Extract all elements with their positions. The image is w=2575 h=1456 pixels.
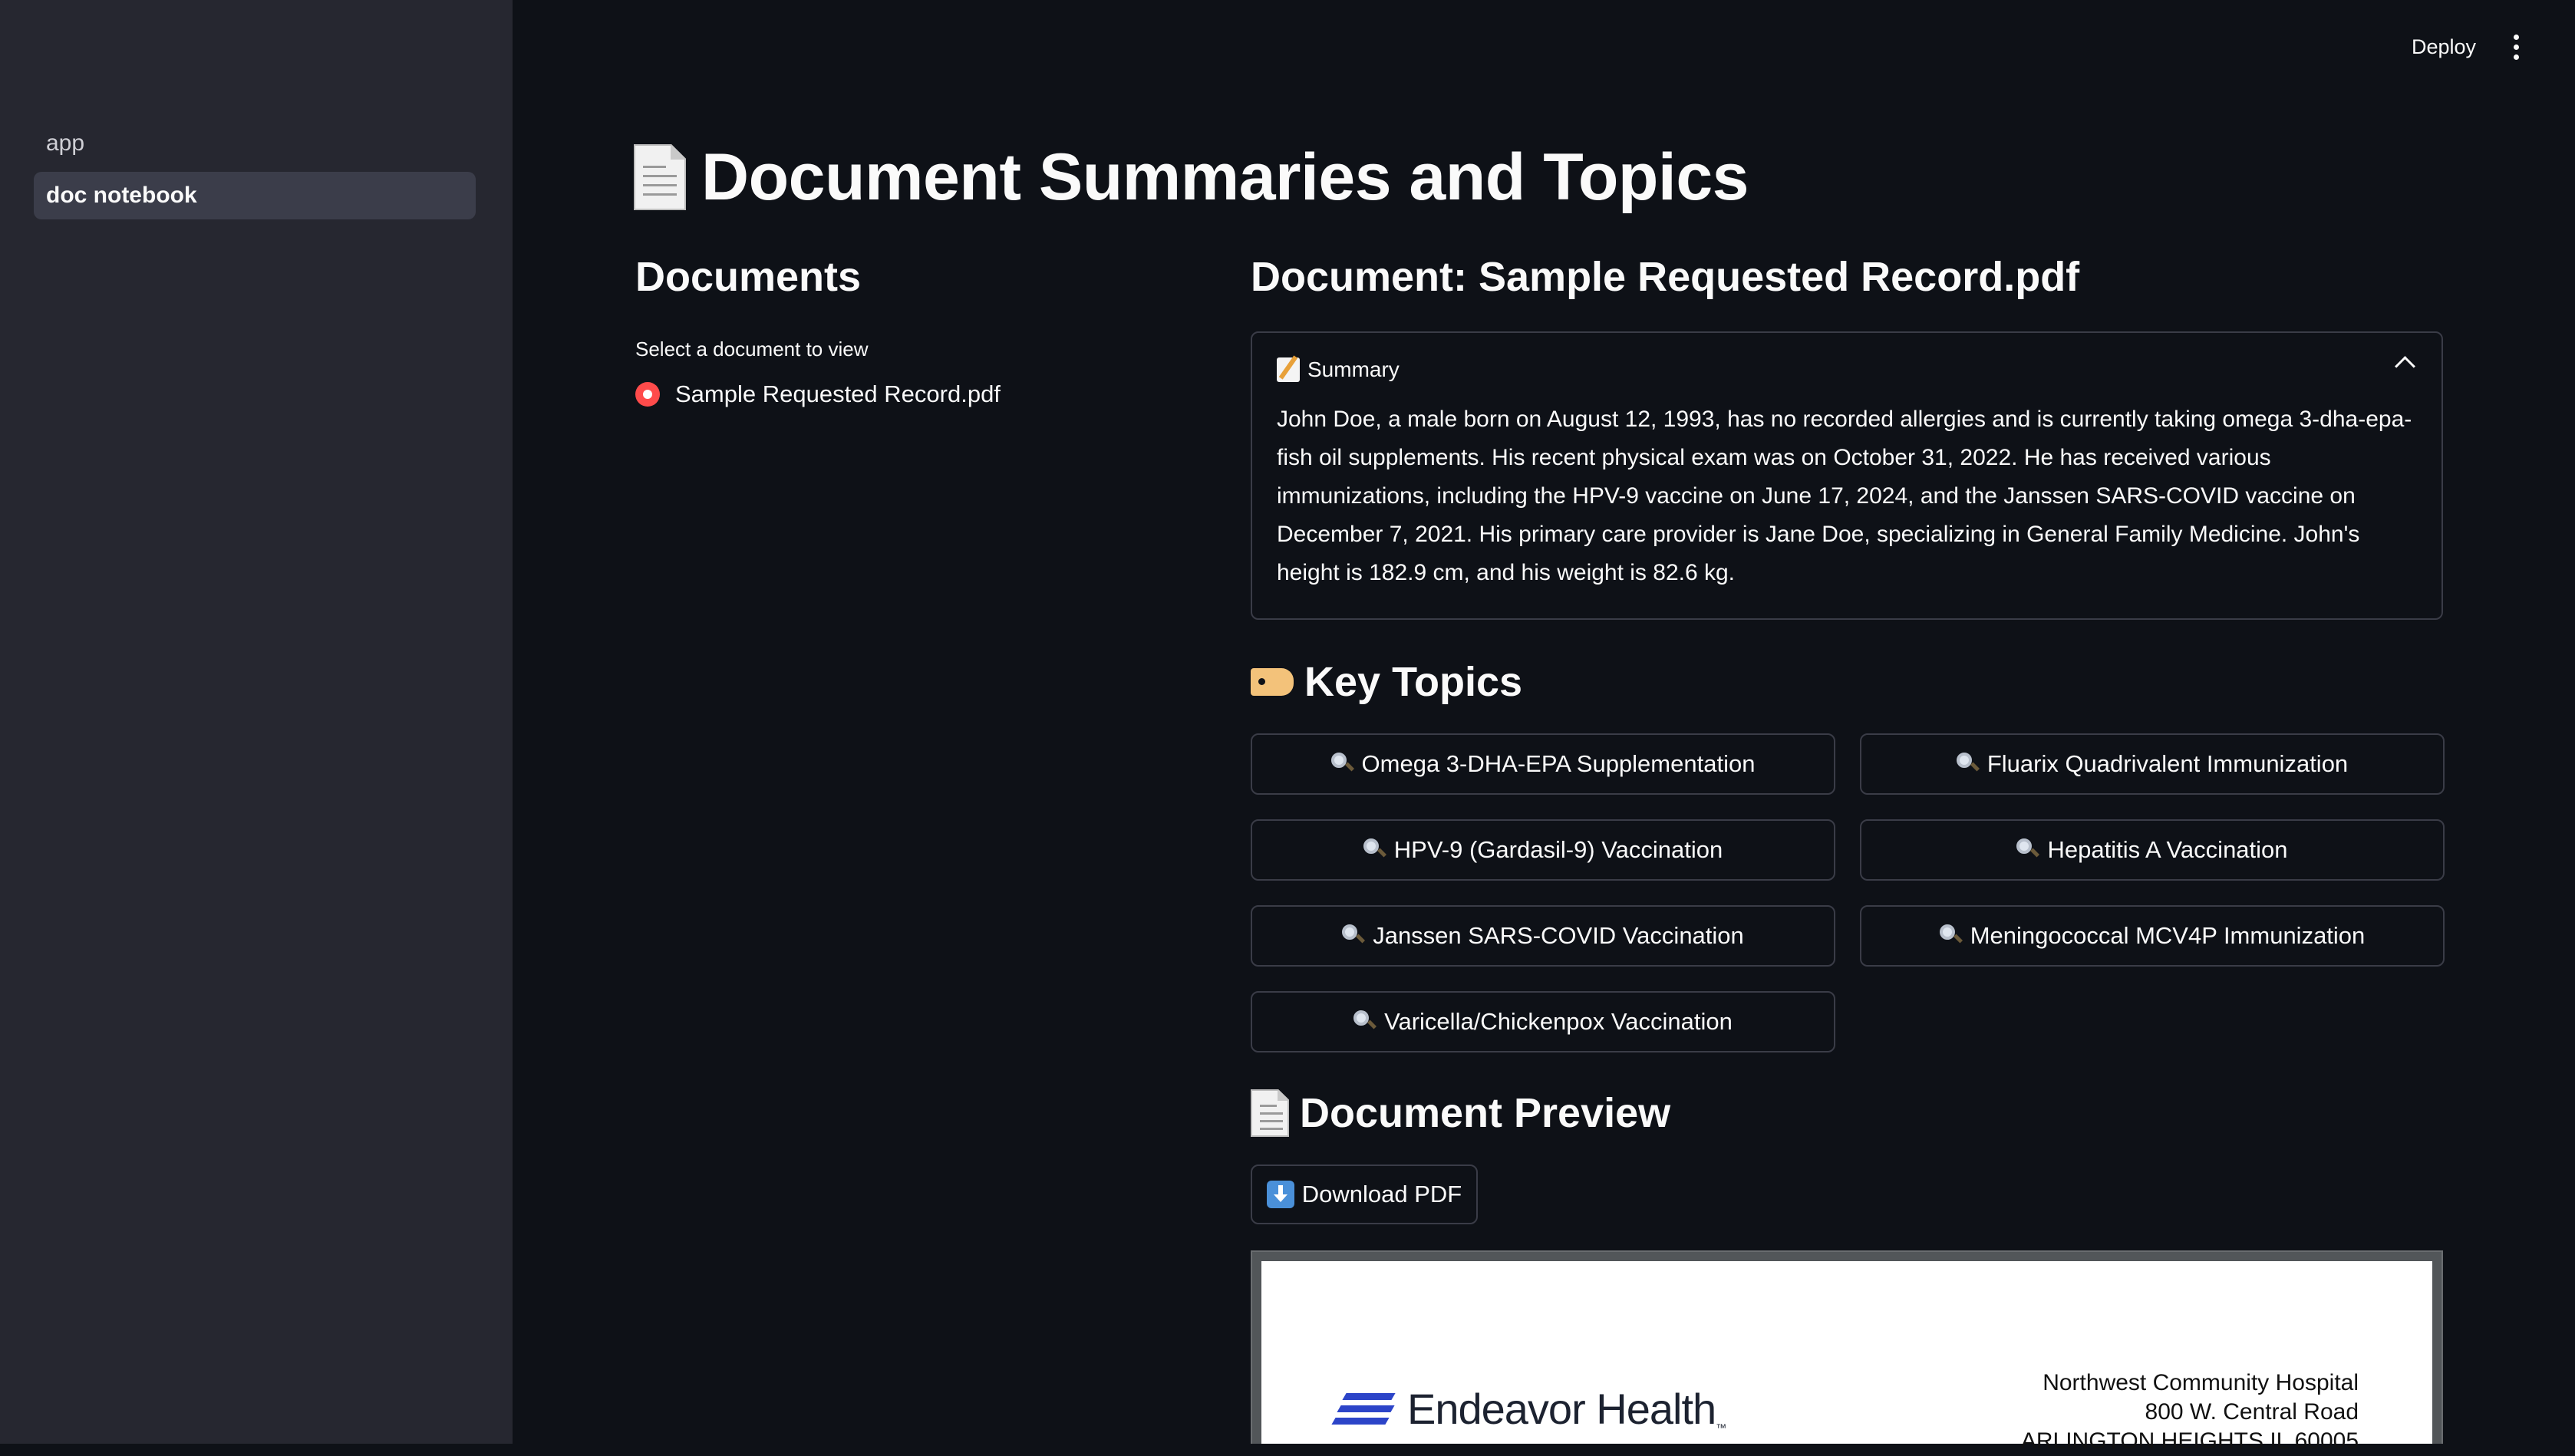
key-topics-heading-text: Key Topics xyxy=(1304,659,1523,705)
magnifying-glass-icon xyxy=(1363,838,1386,861)
magnifying-glass-icon xyxy=(1939,924,1963,947)
down-arrow-icon xyxy=(1266,1181,1294,1208)
topic-label: Janssen SARS-COVID Vaccination xyxy=(1373,922,1744,949)
summary-expander-header[interactable]: Summary xyxy=(1277,354,1400,385)
endeavor-logo-text: Endeavor Health™ xyxy=(1407,1385,1726,1434)
page-title-text: Document Summaries and Topics xyxy=(701,140,1749,214)
address-line: ARLINGTON HEIGHTS IL 60005 xyxy=(2020,1428,2359,1454)
topic-button[interactable]: Fluarix Quadrivalent Immunization xyxy=(1860,733,2445,795)
hospital-address: Northwest Community Hospital 800 W. Cent… xyxy=(2021,1369,2359,1456)
summary-expander: Summary John Doe, a male born on August … xyxy=(1251,331,2443,620)
select-document-label: Select a document to view xyxy=(635,338,869,361)
key-topics-heading: Key Topics xyxy=(1251,658,1522,706)
pdf-preview-frame[interactable]: Endeavor Health™ Northwest Community Hos… xyxy=(1251,1250,2443,1454)
document-option-label: Sample Requested Record.pdf xyxy=(675,380,1001,407)
document-heading: Document: Sample Requested Record.pdf xyxy=(1251,254,2080,300)
address-line: 800 W. Central Road xyxy=(2145,1399,2359,1425)
topic-label: Meningococcal MCV4P Immunization xyxy=(1970,922,2366,949)
download-pdf-button[interactable]: Download PDF xyxy=(1251,1164,1478,1224)
sidebar-item-app[interactable]: app xyxy=(34,120,476,167)
page-facing-up-icon xyxy=(634,144,686,210)
topic-button[interactable]: Hepatitis A Vaccination xyxy=(1860,819,2445,881)
topic-label: Varicella/Chickenpox Vaccination xyxy=(1384,1008,1733,1035)
chevron-up-icon[interactable] xyxy=(2395,356,2415,377)
sidebar: app doc notebook xyxy=(0,0,513,1444)
magnifying-glass-icon xyxy=(1342,924,1365,947)
magnifying-glass-icon xyxy=(1956,753,1980,776)
topic-button[interactable]: Meningococcal MCV4P Immunization xyxy=(1860,905,2445,967)
endeavor-logo-mark-icon xyxy=(1331,1392,1396,1427)
summary-label: Summary xyxy=(1307,357,1400,381)
document-radio-option[interactable]: Sample Requested Record.pdf xyxy=(635,379,1001,410)
topic-button[interactable]: Janssen SARS-COVID Vaccination xyxy=(1251,905,1835,967)
radio-selected-icon[interactable] xyxy=(635,382,660,407)
kebab-menu-icon[interactable] xyxy=(2504,28,2527,66)
page-title: Document Summaries and Topics xyxy=(634,135,1749,219)
topic-label: Omega 3-DHA-EPA Supplementation xyxy=(1361,750,1756,777)
magnifying-glass-icon xyxy=(1330,753,1354,776)
page-facing-up-icon xyxy=(1251,1089,1289,1137)
topic-label: Fluarix Quadrivalent Immunization xyxy=(1986,750,2349,777)
document-preview-heading: Document Preview xyxy=(1251,1089,1670,1137)
deploy-button[interactable]: Deploy xyxy=(2394,28,2494,66)
summary-text: John Doe, a male born on August 12, 1993… xyxy=(1277,407,2412,585)
magnifying-glass-icon xyxy=(2016,838,2039,861)
address-line: Northwest Community Hospital xyxy=(2043,1370,2359,1395)
download-pdf-label: Download PDF xyxy=(1301,1181,1462,1207)
memo-icon xyxy=(1277,357,1300,382)
magnifying-glass-icon xyxy=(1353,1010,1377,1033)
topic-label: Hepatitis A Vaccination xyxy=(2047,836,2288,863)
documents-heading: Documents xyxy=(635,254,862,300)
topic-button[interactable]: Omega 3-DHA-EPA Supplementation xyxy=(1251,733,1835,795)
label-tag-icon xyxy=(1251,668,1294,696)
topic-button[interactable]: HPV-9 (Gardasil-9) Vaccination xyxy=(1251,819,1835,881)
topic-button[interactable]: Varicella/Chickenpox Vaccination xyxy=(1251,991,1835,1052)
topic-label: HPV-9 (Gardasil-9) Vaccination xyxy=(1393,836,1723,863)
pdf-page: Endeavor Health™ Northwest Community Hos… xyxy=(1261,1261,2432,1454)
endeavor-health-logo: Endeavor Health™ xyxy=(1331,1384,1726,1434)
document-preview-heading-text: Document Preview xyxy=(1300,1090,1671,1136)
sidebar-item-doc-notebook[interactable]: doc notebook xyxy=(34,172,476,219)
